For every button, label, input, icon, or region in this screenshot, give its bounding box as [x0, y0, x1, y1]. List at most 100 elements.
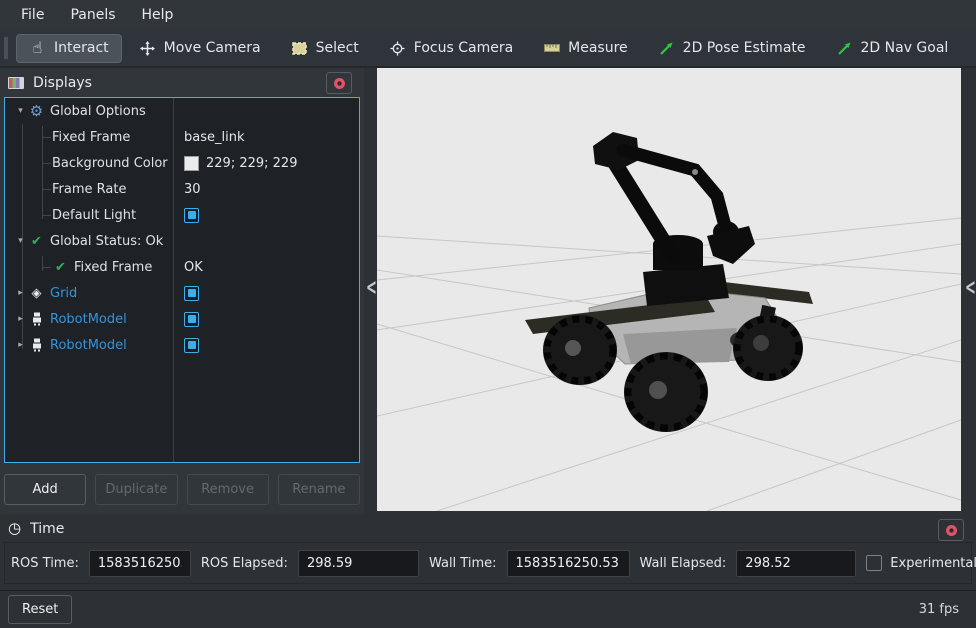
time-panel: ◷ Time ROS Time:ROS Elapsed:Wall Time:Wa…	[0, 515, 976, 588]
property-value-cell: 30	[173, 176, 359, 202]
displays-panel-header[interactable]: Displays	[0, 68, 364, 98]
display-row-grid[interactable]: ▸◈Grid	[5, 280, 359, 306]
property-value[interactable]: OK	[184, 260, 203, 275]
wall-time-input[interactable]	[507, 550, 630, 577]
measure-tool[interactable]: Measure	[530, 34, 641, 63]
ruler-icon	[543, 40, 560, 57]
property-value-cell	[173, 98, 359, 124]
rename-button[interactable]: Rename	[278, 474, 360, 505]
property-value-cell: base_link	[173, 124, 359, 150]
add-button[interactable]: Add	[4, 474, 86, 505]
property-label: Background Color	[52, 156, 168, 171]
property-value[interactable]: 30	[184, 182, 201, 197]
time-panel-header[interactable]: ◷ Time	[0, 515, 976, 542]
tree-guide-tick	[42, 189, 51, 190]
toolbar-drag-handle[interactable]	[4, 37, 8, 59]
focus-crosshair-icon	[389, 40, 406, 57]
property-label: RobotModel	[50, 312, 127, 327]
expander-icon[interactable]: ▸	[13, 288, 28, 298]
property-label: RobotModel	[50, 338, 127, 353]
reset-button[interactable]: Reset	[8, 595, 72, 624]
property-name-cell: ✔Fixed Frame	[5, 254, 173, 280]
select-tool[interactable]: Select	[278, 34, 372, 63]
property-value-cell	[173, 306, 359, 332]
display-row-fixed-frame[interactable]: Fixed Frame base_link	[5, 124, 359, 150]
enabled-checkbox[interactable]	[184, 286, 199, 301]
displays-panel-title: Displays	[33, 75, 92, 91]
property-name-cell: Background Color	[5, 150, 173, 176]
property-name-cell: Default Light	[5, 202, 173, 228]
fps-counter: 31 fps	[919, 602, 968, 617]
property-label: Global Status: Ok	[50, 234, 163, 249]
color-swatch[interactable]	[184, 156, 199, 171]
time-close-button[interactable]	[938, 519, 964, 541]
tool-label: Measure	[568, 40, 628, 56]
robot-icon	[28, 338, 45, 352]
time-panel-title: Time	[30, 521, 64, 537]
property-label: Grid	[50, 286, 77, 301]
menubar: FilePanelsHelp	[0, 0, 976, 30]
enabled-checkbox[interactable]	[184, 208, 199, 223]
property-name-cell: ▾⚙Global Options	[5, 98, 173, 124]
display-row-background-color[interactable]: Background Color 229; 229; 229	[5, 150, 359, 176]
robot-icon	[28, 312, 45, 326]
display-row-global-options[interactable]: ▾⚙Global Options	[5, 98, 359, 124]
property-value[interactable]: base_link	[184, 130, 244, 145]
displays-close-button[interactable]	[326, 72, 352, 94]
property-value-cell: 229; 229; 229	[173, 150, 359, 176]
hand-pointer-icon: ☝	[29, 40, 46, 57]
focus-camera-tool[interactable]: Focus Camera	[376, 34, 526, 63]
menu-file[interactable]: File	[8, 3, 57, 27]
ros-time-input[interactable]	[89, 550, 191, 577]
expander-icon[interactable]: ▸	[13, 340, 28, 350]
collapse-right-panel-handle[interactable]: <	[965, 276, 976, 302]
time-fields: ROS Time:ROS Elapsed:Wall Time:Wall Elap…	[4, 542, 972, 584]
publish-point-tool[interactable]: Publish Point	[965, 34, 976, 63]
ros-elapsed-label: ROS Elapsed:	[201, 556, 288, 571]
tool-label: 2D Nav Goal	[861, 40, 949, 56]
property-name-cell: ▸◈Grid	[5, 280, 173, 306]
move-camera-tool[interactable]: Move Camera	[126, 34, 274, 63]
displays-tree[interactable]: ▾⚙Global OptionsFixed Framebase_linkBack…	[4, 97, 360, 463]
tree-guide-tick	[42, 215, 51, 216]
wall-time-label: Wall Time:	[429, 556, 497, 571]
collapse-left-panel-handle[interactable]: <	[366, 276, 377, 302]
menu-help[interactable]: Help	[129, 3, 187, 27]
property-label: Frame Rate	[52, 182, 126, 197]
property-name-cell: ▾✔Global Status: Ok	[5, 228, 173, 254]
2d-nav-goal-tool[interactable]: 2D Nav Goal	[823, 34, 962, 63]
display-row-robotmodel[interactable]: ▸ RobotModel	[5, 306, 359, 332]
property-value-cell	[173, 332, 359, 358]
experimental-checkbox[interactable]	[866, 555, 882, 571]
property-label: Fixed Frame	[74, 260, 152, 275]
display-row-fixed-frame[interactable]: ✔Fixed Frame OK	[5, 254, 359, 280]
2d-pose-estimate-tool[interactable]: 2D Pose Estimate	[645, 34, 819, 63]
display-row-frame-rate[interactable]: Frame Rate 30	[5, 176, 359, 202]
wall-elapsed-input[interactable]	[736, 550, 856, 577]
menu-panels[interactable]: Panels	[57, 3, 128, 27]
property-name-cell: ▸ RobotModel	[5, 306, 173, 332]
3d-viewport[interactable]	[377, 68, 961, 511]
tool-label: Focus Camera	[414, 40, 513, 56]
display-row-robotmodel[interactable]: ▸ RobotModel	[5, 332, 359, 358]
expander-icon[interactable]: ▾	[13, 106, 28, 116]
expander-icon[interactable]: ▸	[13, 314, 28, 324]
expander-icon[interactable]: ▾	[13, 236, 28, 246]
enabled-checkbox[interactable]	[184, 338, 199, 353]
property-value[interactable]: 229; 229; 229	[206, 156, 297, 171]
tree-guide-tick	[42, 267, 51, 268]
property-name-cell: Fixed Frame	[5, 124, 173, 150]
tool-label: Select	[316, 40, 359, 56]
duplicate-button[interactable]: Duplicate	[95, 474, 177, 505]
displays-monitor-icon	[8, 77, 24, 89]
tool-label: Interact	[54, 40, 109, 56]
remove-button[interactable]: Remove	[187, 474, 269, 505]
display-row-default-light[interactable]: Default Light	[5, 202, 359, 228]
display-row-global-status-ok[interactable]: ▾✔Global Status: Ok	[5, 228, 359, 254]
enabled-checkbox[interactable]	[184, 312, 199, 327]
toolbar-tools: ☝ Interact Move Camera Select Focus Camera Me…	[16, 34, 976, 63]
tree-guide-tick	[42, 137, 51, 138]
interact-tool[interactable]: ☝ Interact	[16, 34, 122, 63]
ros-elapsed-input[interactable]	[298, 550, 419, 577]
rover-robot-model	[525, 132, 813, 432]
